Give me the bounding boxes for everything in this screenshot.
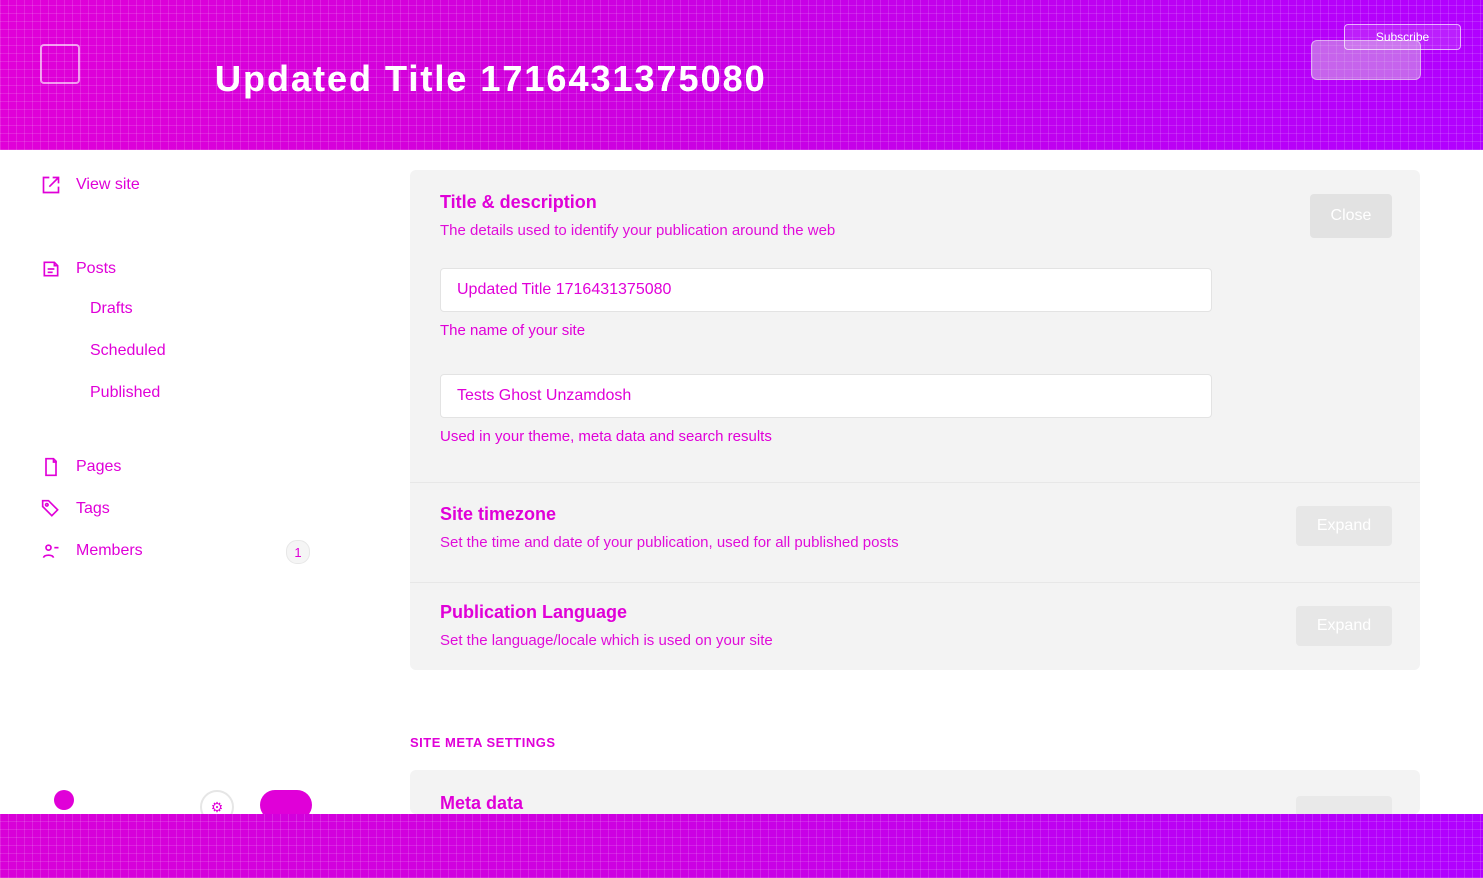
site-title-hint: The name of your site [440,322,586,339]
section-desc-site-timezone: Set the time and date of your publicatio… [440,534,899,551]
site-title-field[interactable] [440,268,1212,312]
sidebar-item-label: Pages [76,458,122,475]
close-button[interactable]: Close [1310,194,1392,238]
sidebar-item-members[interactable]: Members [40,538,143,564]
sidebar-subitem-scheduled[interactable]: Scheduled [90,342,166,360]
sidebar-item-view-site[interactable]: View site [40,172,140,198]
site-description-field[interactable] [440,374,1212,418]
grid-overlay [0,814,1483,878]
bottom-banner [0,814,1483,878]
sidebar-item-posts[interactable]: Posts [40,256,116,282]
external-link-icon [40,174,62,196]
section-title-title-description: Title & description [440,192,597,212]
user-avatar-dot[interactable] [54,790,74,810]
sidebar-item-label: View site [76,176,140,193]
top-tiny-text [40,10,1140,50]
site-description-input[interactable] [455,386,1197,406]
section-desc-title-description: The details used to identify your public… [440,222,836,239]
members-count-badge: 1 [286,540,310,564]
meta-data-card [410,770,1420,814]
section-desc-publication-language: Set the language/locale which is used on… [440,632,773,649]
sidebar-subitem-published[interactable]: Published [90,384,160,402]
section-title-publication-language: Publication Language [440,602,628,622]
sidebar-item-tags[interactable]: Tags [40,496,110,522]
title-description-card [410,170,1420,670]
site-title-input[interactable] [455,280,1197,300]
pages-icon [40,456,62,478]
meta-data-title: Meta data [440,793,524,813]
expand-timezone-button[interactable]: Expand [1296,506,1392,546]
site-meta-settings-label: SITE META SETTINGS [410,735,556,750]
expand-language-button[interactable]: Expand [1296,606,1392,646]
settings-main: Title & description The details used to … [350,150,1483,830]
subscribe-button[interactable]: Subscribe [1344,24,1461,50]
section-divider [410,482,1420,483]
top-left-icon [40,44,80,84]
sidebar-subitem-drafts[interactable]: Drafts [90,300,133,318]
posts-icon [40,258,62,280]
members-icon [40,540,62,562]
sidebar-item-label: Posts [76,260,117,277]
sidebar-item-label: Tags [76,500,110,517]
sidebar-item-pages[interactable]: Pages [40,454,121,480]
admin-sidebar: View site Posts Drafts Scheduled Publish… [0,150,351,824]
section-title-site-timezone: Site timezone [440,504,557,524]
section-divider [410,582,1420,583]
site-title: Updated Title 1716431375080 [215,58,767,99]
top-banner: Updated Title 1716431375080 Subscribe [0,0,1483,150]
sidebar-item-label: Members [76,542,143,559]
site-description-hint: Used in your theme, meta data and search… [440,428,772,445]
tag-icon [40,498,62,520]
